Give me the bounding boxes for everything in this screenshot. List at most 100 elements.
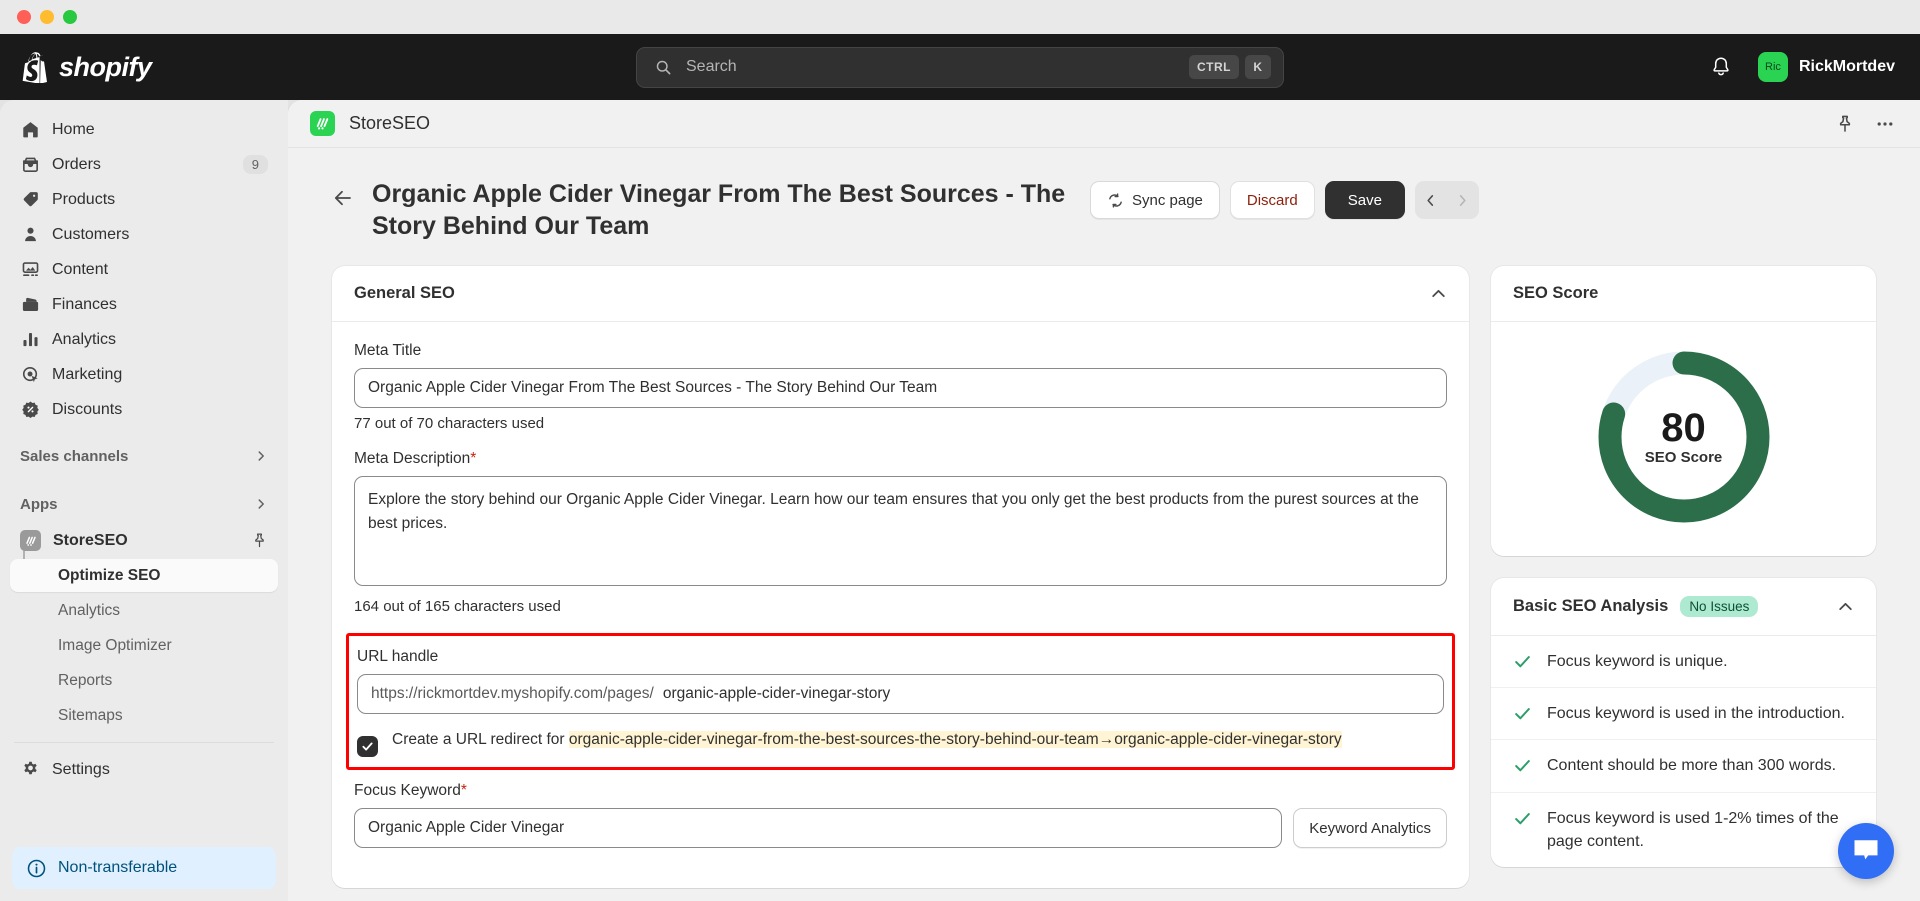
chevron-right-icon <box>1460 194 1467 206</box>
sidebar-item-storeseo[interactable]: StoreSEO <box>10 523 278 558</box>
list-item: Content should be more than 300 words. <box>1491 740 1876 793</box>
general-seo-card: General SEO Meta Title 77 out of 70 char… <box>332 266 1469 888</box>
shopify-wordmark: shopify <box>59 51 152 82</box>
sidebar-item-label: Optimize SEO <box>58 566 161 584</box>
sidebar-item-analytics-app[interactable]: Analytics <box>10 594 278 627</box>
user-name-label: RickMortdev <box>1798 58 1895 75</box>
pin-icon[interactable] <box>1832 111 1858 137</box>
marketing-icon <box>20 365 40 385</box>
save-button[interactable]: Save <box>1324 181 1405 219</box>
pagination-control <box>1414 181 1479 219</box>
analytics-icon <box>20 330 40 350</box>
customers-icon <box>20 225 40 245</box>
non-transferable-label: Non-transferable <box>58 859 178 876</box>
sidebar-item-label: Reports <box>58 671 113 689</box>
previous-page-button[interactable] <box>1415 181 1447 219</box>
window-minimize-button[interactable] <box>40 10 54 24</box>
section-title: Apps <box>20 495 58 513</box>
required-asterisk: * <box>470 450 477 467</box>
page-action-bar: Sync page Discard Save <box>1090 181 1479 219</box>
card-title: Basic SEO Analysis <box>1513 597 1669 615</box>
sidebar-item-settings[interactable]: Settings <box>10 752 278 787</box>
bell-icon[interactable] <box>1709 55 1733 79</box>
page-scroll-region[interactable]: Organic Apple Cider Vinegar From The Bes… <box>288 148 1920 901</box>
page-title: Organic Apple Cider Vinegar From The Bes… <box>372 180 1066 240</box>
sidebar-item-marketing[interactable]: Marketing <box>10 357 278 392</box>
redirect-from-handle: organic-apple-cider-vinegar-from-the-bes… <box>568 731 1099 748</box>
shopify-logo[interactable]: shopify <box>22 52 152 83</box>
list-item: Focus keyword is used 1-2% times of the … <box>1491 793 1876 867</box>
sidebar-item-image-optimizer[interactable]: Image Optimizer <box>10 629 278 662</box>
meta-title-field: Meta Title 77 out of 70 characters used <box>354 342 1447 432</box>
keyword-analytics-button[interactable]: Keyword Analytics <box>1293 808 1447 848</box>
secondary-column: SEO Score 80 SEO Score Basic SEO Analysi… <box>1491 266 1876 901</box>
section-title: Sales channels <box>20 447 129 465</box>
sidebar-item-optimize-seo[interactable]: Optimize SEO <box>10 559 278 592</box>
sidebar-item-label: Products <box>52 190 116 208</box>
sidebar-item-home[interactable]: Home <box>10 112 278 147</box>
sidebar-item-discounts[interactable]: Discounts <box>10 392 278 427</box>
pin-icon[interactable] <box>251 532 268 549</box>
list-item: Focus keyword is unique. <box>1491 636 1876 689</box>
more-horizontal-icon[interactable] <box>1872 111 1898 137</box>
content-icon <box>20 260 40 280</box>
analysis-item-text: Focus keyword is used 1-2% times of the … <box>1547 809 1839 850</box>
sidebar-item-label: Analytics <box>58 601 121 619</box>
global-top-bar: shopify Search CTRL K Ric RickMortdev <box>0 34 1920 100</box>
url-handle-highlight-box: URL handle https://rickmortdev.myshopify… <box>346 633 1455 770</box>
global-search-bar[interactable]: Search CTRL K <box>636 46 1284 88</box>
chevron-left-icon <box>1427 194 1434 206</box>
sidebar-item-label: Marketing <box>52 365 123 383</box>
focus-keyword-input[interactable] <box>354 808 1283 848</box>
seo-score-gauge: 80 SEO Score <box>1595 348 1773 526</box>
sidebar-item-sitemaps[interactable]: Sitemaps <box>10 699 278 732</box>
sidebar-item-label: Finances <box>52 295 117 313</box>
sidebar-item-reports[interactable]: Reports <box>10 664 278 697</box>
sidebar-divider <box>14 742 274 743</box>
meta-description-label: Meta Description* <box>354 450 1447 468</box>
sidebar-item-products[interactable]: Products <box>10 182 278 217</box>
create-url-redirect-checkbox[interactable] <box>357 736 378 757</box>
url-redirect-description: Create a URL redirect for organic-apple-… <box>392 727 1342 752</box>
window-close-button[interactable] <box>17 10 31 24</box>
user-menu-button[interactable]: Ric RickMortdev <box>1755 49 1898 85</box>
sync-page-button[interactable]: Sync page <box>1090 181 1220 219</box>
chevron-up-icon[interactable] <box>1837 598 1854 615</box>
redirect-arrow: → <box>1098 731 1115 748</box>
chat-support-button[interactable] <box>1838 823 1894 879</box>
meta-description-label-text: Meta Description <box>354 450 471 467</box>
sidebar-section-sales-channels[interactable]: Sales channels <box>10 441 278 471</box>
sidebar-item-analytics[interactable]: Analytics <box>10 322 278 357</box>
window-maximize-button[interactable] <box>63 10 77 24</box>
next-page-button[interactable] <box>1447 181 1479 219</box>
home-icon <box>20 120 40 140</box>
save-label: Save <box>1347 191 1382 209</box>
sidebar-item-customers[interactable]: Customers <box>10 217 278 252</box>
meta-title-counter: 77 out of 70 characters used <box>354 415 545 432</box>
search-icon <box>656 60 671 74</box>
meta-title-input[interactable] <box>354 368 1447 408</box>
chevron-up-icon[interactable] <box>1430 285 1447 302</box>
sidebar-section-apps[interactable]: Apps <box>10 489 278 519</box>
url-handle-input-group[interactable]: https://rickmortdev.myshopify.com/pages/ <box>357 674 1444 714</box>
url-handle-input[interactable] <box>662 685 1430 703</box>
seo-score-card: SEO Score 80 SEO Score <box>1491 266 1876 556</box>
sidebar-item-label: Analytics <box>52 330 117 348</box>
sidebar-item-orders[interactable]: Orders 9 <box>10 147 278 182</box>
back-arrow-icon[interactable] <box>332 187 354 209</box>
general-seo-card-body: Meta Title 77 out of 70 characters used … <box>332 322 1469 888</box>
discounts-icon <box>20 400 40 420</box>
non-transferable-banner[interactable]: Non-transferable <box>12 847 276 889</box>
sidebar-item-label: Sitemaps <box>58 706 123 724</box>
sidebar-item-content[interactable]: Content <box>10 252 278 287</box>
sidebar-item-finances[interactable]: Finances <box>10 287 278 322</box>
discard-label: Discard <box>1246 191 1298 209</box>
focus-keyword-field: Focus Keyword* Keyword Analytics <box>354 782 1447 848</box>
basic-seo-analysis-card-header[interactable]: Basic SEO Analysis No Issues <box>1491 578 1876 636</box>
page-columns: General SEO Meta Title 77 out of 70 char… <box>288 242 1920 901</box>
general-seo-card-header[interactable]: General SEO <box>332 266 1469 322</box>
search-input-placeholder: Search <box>686 58 737 75</box>
shortcut-key-k: K <box>1245 55 1271 79</box>
meta-description-textarea[interactable] <box>354 476 1447 586</box>
discard-button[interactable]: Discard <box>1229 181 1315 219</box>
